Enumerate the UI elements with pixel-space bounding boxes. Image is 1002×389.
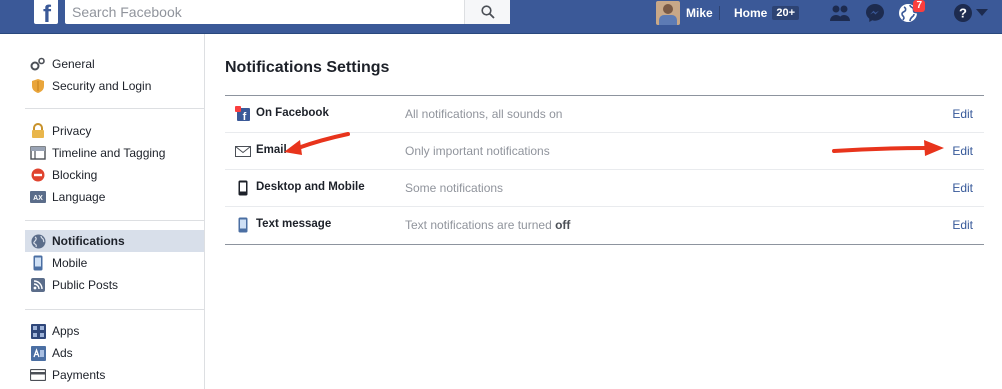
edit-link[interactable]: Edit (952, 107, 973, 121)
sidebar-item-label: Ads (52, 346, 73, 360)
sidebar-divider (25, 309, 204, 310)
row-label: Text message (256, 218, 332, 230)
sidebar-item-label: Blocking (52, 168, 98, 182)
svg-text:AX: AX (33, 195, 43, 202)
sidebar-item-apps[interactable]: Apps (25, 320, 204, 342)
sidebar-item-general[interactable]: General (25, 53, 204, 75)
payment-card-icon (30, 367, 46, 383)
sidebar-item-blocking[interactable]: Blocking (25, 164, 204, 186)
settings-row-text-message: Text message Text notifications are turn… (225, 207, 984, 244)
messenger-button[interactable] (864, 3, 886, 23)
sidebar-item-mobile[interactable]: Mobile (25, 252, 204, 274)
globe-icon (30, 233, 46, 249)
sidebar-divider (25, 220, 204, 221)
facebook-notification-icon: f (234, 106, 252, 122)
sidebar-group-account: General Security and Login (25, 53, 204, 97)
row-description-text: Only important notifications (405, 144, 550, 158)
sidebar-item-label: Notifications (52, 234, 125, 248)
svg-text:f: f (243, 111, 247, 122)
edit-link[interactable]: Edit (952, 181, 973, 195)
sidebar-item-label: Payments (52, 368, 106, 382)
notification-settings-table: f On Facebook All notifications, all sou… (225, 95, 984, 245)
edit-link[interactable]: Edit (952, 144, 973, 158)
help-icon: ? (954, 4, 972, 22)
messenger-icon (866, 4, 884, 22)
help-button[interactable]: ? (952, 3, 974, 23)
search-icon (480, 5, 495, 19)
sidebar-item-label: General (52, 57, 95, 71)
language-icon: AX (30, 189, 46, 205)
notifications-count-badge: 7 (913, 0, 925, 12)
row-description: Only important notifications (405, 144, 550, 158)
sidebar-item-payments[interactable]: Payments (25, 364, 204, 386)
envelope-icon (234, 143, 252, 159)
sidebar-item-timeline[interactable]: Timeline and Tagging (25, 142, 204, 164)
sidebar-divider (25, 108, 204, 109)
sidebar-item-label: Apps (52, 324, 80, 338)
row-description-text: Text notifications are turned (405, 218, 556, 232)
notifications-button[interactable]: 7 (897, 0, 925, 23)
user-name: Mike (686, 6, 713, 20)
chevron-down-icon (976, 9, 988, 16)
ads-icon (30, 345, 46, 361)
sidebar-item-label: Public Posts (52, 278, 119, 292)
sidebar-item-label: Mobile (52, 256, 88, 270)
search-button[interactable] (464, 0, 510, 24)
lock-icon (30, 123, 46, 139)
shield-icon (30, 78, 46, 94)
sidebar-group-apps: Apps Ads Payments (25, 320, 204, 386)
row-label: On Facebook (256, 107, 329, 119)
search-box (65, 0, 510, 24)
sidebar-item-label: Security and Login (52, 79, 152, 93)
profile-link[interactable]: Mike (656, 0, 713, 26)
annotation-arrow-left (284, 132, 350, 155)
row-description: All notifications, all sounds on (405, 107, 562, 121)
row-label: Desktop and Mobile (256, 181, 365, 193)
settings-sidebar: General Security and Login Privacy Timel… (0, 34, 205, 389)
home-label: Home (734, 6, 768, 20)
sidebar-item-notifications[interactable]: Notifications (25, 230, 204, 252)
avatar (656, 1, 680, 25)
svg-text:?: ? (959, 6, 967, 21)
sidebar-item-label: Language (52, 190, 106, 204)
account-menu-button[interactable] (975, 3, 989, 23)
sidebar-item-language[interactable]: AX Language (25, 186, 204, 208)
page-title: Notifications Settings (225, 59, 390, 76)
apps-icon (30, 323, 46, 339)
settings-row-desktop-mobile: Desktop and Mobile Some notifications Ed… (225, 170, 984, 207)
sidebar-item-public-posts[interactable]: Public Posts (25, 274, 204, 296)
phone-icon (234, 180, 252, 196)
home-link[interactable]: Home 20+ (734, 0, 800, 26)
divider (719, 6, 720, 20)
sidebar-item-label: Privacy (52, 124, 92, 138)
annotation-arrow-right (832, 140, 944, 156)
gear-icon (30, 56, 46, 72)
facebook-logo-glyph: f (43, 1, 51, 24)
row-description-emphasis: off (555, 218, 571, 232)
row-description: Text notifications are turned off (405, 218, 570, 232)
block-icon (30, 167, 46, 183)
friend-requests-button[interactable] (829, 3, 851, 23)
row-description-text: All notifications, all sounds on (405, 107, 563, 121)
sms-phone-icon (234, 217, 252, 233)
top-navigation-bar: f Mike Home 20+ 7 ? (0, 0, 1002, 34)
row-description: Some notifications (405, 181, 503, 195)
sidebar-item-security[interactable]: Security and Login (25, 75, 204, 97)
rss-icon (30, 277, 46, 293)
row-description-text: Some notifications (405, 181, 504, 195)
sidebar-item-label: Timeline and Tagging (52, 146, 166, 160)
sidebar-group-notifications: Notifications Mobile Public Posts (25, 230, 204, 296)
sidebar-group-privacy: Privacy Timeline and Tagging Blocking AX… (25, 120, 204, 208)
sidebar-item-privacy[interactable]: Privacy (25, 120, 204, 142)
home-count-badge: 20+ (772, 6, 800, 20)
search-input[interactable] (65, 0, 479, 24)
edit-link[interactable]: Edit (952, 218, 973, 232)
facebook-logo[interactable]: f (34, 0, 58, 24)
sidebar-item-ads[interactable]: Ads (25, 342, 204, 364)
friend-requests-icon (830, 5, 850, 21)
timeline-icon (30, 145, 46, 161)
mobile-icon (30, 255, 46, 271)
